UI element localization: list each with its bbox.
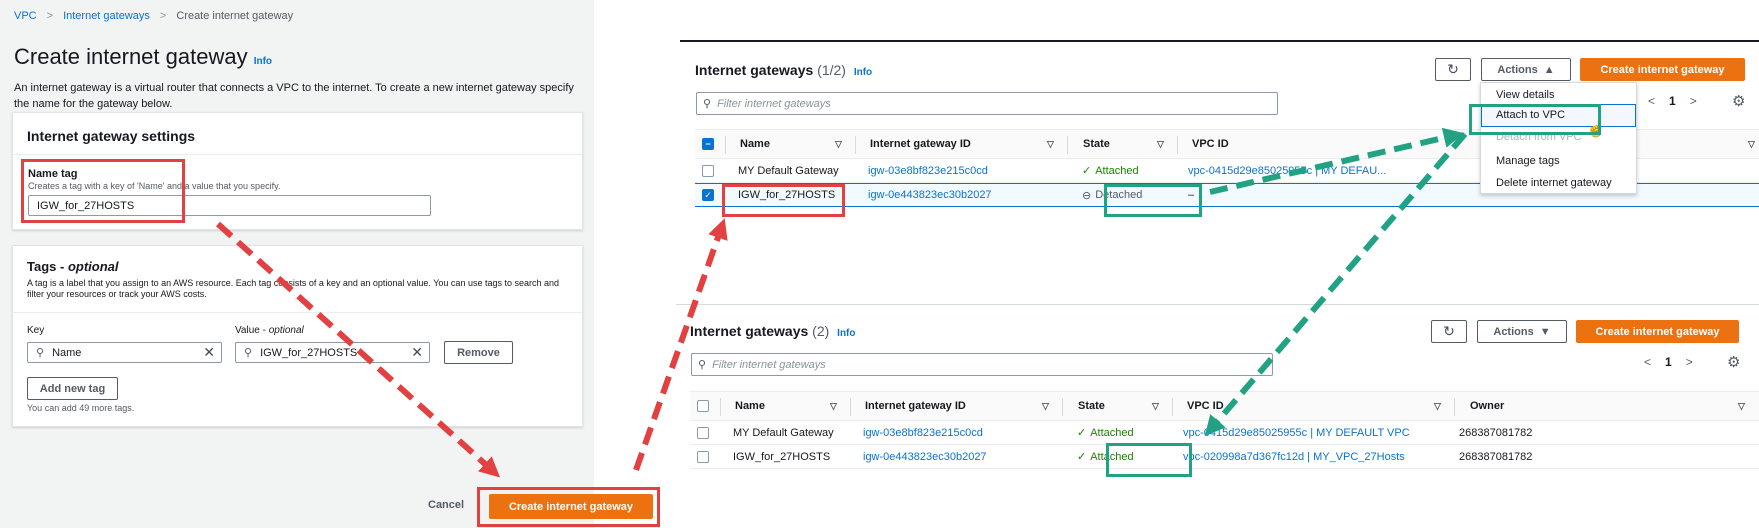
arrow-attach-to-attached xyxy=(1204,132,1468,437)
annotation-arrows xyxy=(215,127,1468,478)
arrow-create-to-list xyxy=(633,218,728,471)
arrow-name-to-create xyxy=(215,221,501,478)
